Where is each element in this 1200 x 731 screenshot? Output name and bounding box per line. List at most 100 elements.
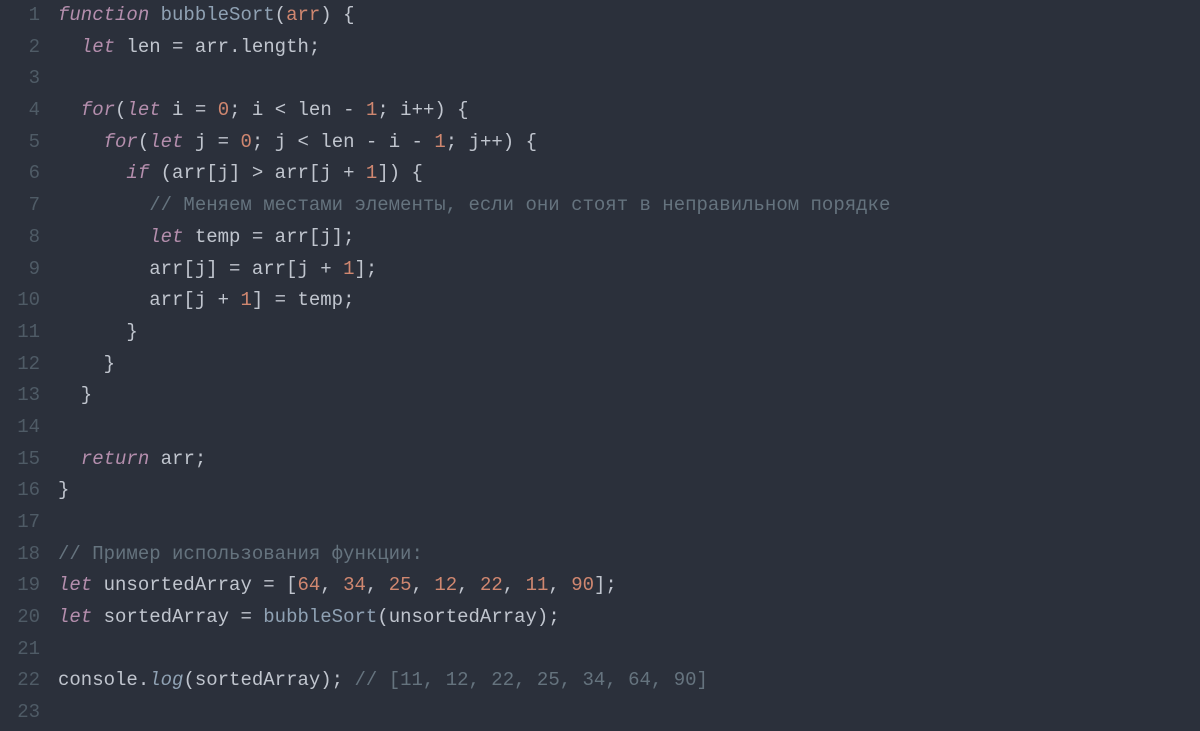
line-number: 7	[0, 190, 40, 222]
code-line[interactable]: return arr;	[58, 444, 1190, 476]
code-token: =	[275, 289, 286, 311]
code-token: ,	[412, 574, 435, 596]
code-token: ; i	[377, 99, 411, 121]
code-token: arr[j]	[58, 258, 229, 280]
code-line[interactable]: arr[j] = arr[j + 1];	[58, 254, 1190, 286]
code-token	[206, 99, 217, 121]
code-content[interactable]: function bubbleSort(arr) { let len = arr…	[58, 0, 1200, 731]
code-token: ; j	[252, 131, 298, 153]
code-line[interactable]: // Меняем местами элементы, если они сто…	[58, 190, 1190, 222]
code-token: for	[104, 131, 138, 153]
code-token: bubbleSort	[161, 4, 275, 26]
code-token: temp	[183, 226, 251, 248]
code-line[interactable]: let temp = arr[j];	[58, 222, 1190, 254]
line-number: 2	[0, 32, 40, 64]
code-token: i	[377, 131, 411, 153]
code-token: arr;	[149, 448, 206, 470]
code-line[interactable]: // Пример использования функции:	[58, 539, 1190, 571]
line-number: 5	[0, 127, 40, 159]
line-number: 17	[0, 507, 40, 539]
line-number: 4	[0, 95, 40, 127]
code-token	[58, 226, 149, 248]
code-token: 1	[366, 162, 377, 184]
code-token: }	[58, 321, 138, 343]
code-line[interactable]: }	[58, 475, 1190, 507]
code-token: arr	[183, 36, 229, 58]
code-token	[332, 258, 343, 280]
code-token	[355, 99, 366, 121]
code-token: +	[218, 289, 229, 311]
code-line[interactable]: if (arr[j] > arr[j + 1]) {	[58, 158, 1190, 190]
line-number: 11	[0, 317, 40, 349]
code-token: ];	[354, 258, 377, 280]
code-token: ; i	[229, 99, 275, 121]
code-token: ++	[480, 131, 503, 153]
code-token: for	[81, 99, 115, 121]
code-line[interactable]: }	[58, 349, 1190, 381]
line-number: 1	[0, 0, 40, 32]
code-token	[58, 194, 149, 216]
code-line[interactable]: console.log(sortedArray); // [11, 12, 22…	[58, 665, 1190, 697]
code-line[interactable]: for(let i = 0; i < len - 1; i++) {	[58, 95, 1190, 127]
code-token: =	[252, 226, 263, 248]
code-token	[58, 131, 104, 153]
code-token: }	[58, 353, 115, 375]
code-line[interactable]	[58, 697, 1190, 729]
code-token: i	[161, 99, 195, 121]
code-token	[58, 99, 81, 121]
code-line[interactable]	[58, 634, 1190, 666]
code-token	[229, 289, 240, 311]
code-line[interactable]: function bubbleSort(arr) {	[58, 0, 1190, 32]
code-token: .	[138, 669, 149, 691]
code-line[interactable]: let sortedArray = bubbleSort(unsortedArr…	[58, 602, 1190, 634]
code-line[interactable]: let unsortedArray = [64, 34, 25, 12, 22,…	[58, 570, 1190, 602]
code-token: 12	[434, 574, 457, 596]
code-token: 90	[571, 574, 594, 596]
code-token: =	[229, 258, 240, 280]
code-token: ++	[412, 99, 435, 121]
code-token: // Меняем местами элементы, если они сто…	[149, 194, 890, 216]
code-line[interactable]: for(let j = 0; j < len - i - 1; j++) {	[58, 127, 1190, 159]
code-token: (	[138, 131, 149, 153]
code-token: let	[149, 131, 183, 153]
code-token: let	[58, 606, 92, 628]
code-token: +	[320, 258, 331, 280]
code-token: <	[298, 131, 309, 153]
code-token: =	[172, 36, 183, 58]
line-number-gutter: 1234567891011121314151617181920212223	[0, 0, 58, 731]
code-token: // [11, 12, 22, 25, 34, 64, 90]	[354, 669, 707, 691]
line-number: 8	[0, 222, 40, 254]
code-token: 22	[480, 574, 503, 596]
code-line[interactable]	[58, 507, 1190, 539]
code-token: =	[195, 99, 206, 121]
code-line[interactable]	[58, 412, 1190, 444]
code-token	[252, 606, 263, 628]
code-line[interactable]: arr[j + 1] = temp;	[58, 285, 1190, 317]
line-number: 22	[0, 665, 40, 697]
line-number: 21	[0, 634, 40, 666]
line-number: 23	[0, 697, 40, 729]
line-number: 20	[0, 602, 40, 634]
code-line[interactable]: }	[58, 380, 1190, 412]
code-token: return	[81, 448, 149, 470]
code-token: 25	[389, 574, 412, 596]
code-token: sortedArray	[92, 606, 240, 628]
code-line[interactable]: let len = arr.length;	[58, 32, 1190, 64]
code-token: ];	[594, 574, 617, 596]
code-editor[interactable]: 1234567891011121314151617181920212223 fu…	[0, 0, 1200, 731]
code-token: let	[81, 36, 115, 58]
code-token: =	[240, 606, 251, 628]
code-token	[423, 131, 434, 153]
code-token	[355, 162, 366, 184]
code-token: ,	[457, 574, 480, 596]
code-token: [	[275, 574, 298, 596]
code-token: ) {	[503, 131, 537, 153]
code-line[interactable]	[58, 63, 1190, 95]
code-token: length	[240, 36, 308, 58]
code-token: arr[j	[58, 289, 218, 311]
code-token: function	[58, 4, 149, 26]
code-token: .	[229, 36, 240, 58]
code-line[interactable]: }	[58, 317, 1190, 349]
code-token: ;	[309, 36, 320, 58]
line-number: 10	[0, 285, 40, 317]
